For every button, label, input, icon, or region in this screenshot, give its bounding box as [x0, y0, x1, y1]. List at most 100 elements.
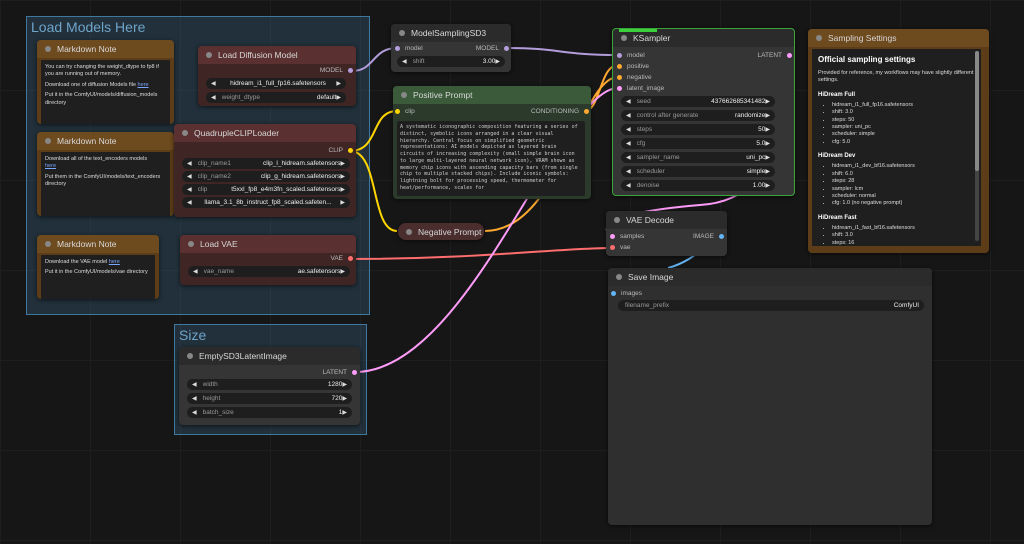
output-vae[interactable]: VAE — [330, 255, 353, 262]
node-header[interactable]: QuadrupleCLIPLoader — [174, 124, 356, 142]
node-header[interactable]: Sampling Settings — [808, 29, 989, 47]
unet-name-combo[interactable]: ◀ hidream_i1_full_fp16.safetensors ▶ — [206, 78, 346, 89]
left-arrow-icon[interactable]: ◀ — [626, 126, 631, 133]
right-arrow-icon[interactable]: ▶ — [340, 268, 345, 275]
note-body[interactable]: Official sampling settings Provided for … — [812, 49, 981, 246]
node-header[interactable]: Markdown Note — [37, 132, 174, 150]
negative-prompt-node[interactable]: Negative Prompt — [398, 223, 484, 240]
right-arrow-icon[interactable]: ▶ — [765, 98, 770, 105]
clip-name1-combo[interactable]: ◀ clip_name1 clip_l_hidream.safetensors … — [182, 158, 350, 169]
right-arrow-icon[interactable]: ▶ — [765, 140, 770, 147]
clip-name3-combo[interactable]: ◀ clip t5xxl_fp8_e4m3fn_scaled.safetenso… — [182, 184, 350, 195]
markdown-note-diffusion[interactable]: Markdown Note You can try changing the w… — [37, 40, 174, 124]
collapse-dot-icon[interactable] — [182, 130, 188, 136]
slot-dot-icon[interactable] — [348, 256, 353, 261]
node-header[interactable]: Positive Prompt — [393, 86, 591, 104]
left-arrow-icon[interactable]: ◀ — [211, 94, 216, 101]
node-header[interactable]: Negative Prompt — [398, 223, 484, 240]
output-conditioning[interactable]: CONDITIONING — [531, 108, 589, 115]
save-image-node[interactable]: Save Image images filename_prefix ComfyU… — [608, 268, 932, 525]
output-model[interactable]: MODEL — [320, 67, 353, 74]
right-arrow-icon[interactable]: ▶ — [336, 94, 341, 101]
input-samples[interactable]: samples — [610, 233, 644, 240]
right-arrow-icon[interactable]: ▶ — [765, 182, 770, 189]
collapse-dot-icon[interactable] — [616, 274, 622, 280]
empty-sd3-latent-image-node[interactable]: EmptySD3LatentImage LATENT ◀ width 1280 … — [179, 347, 360, 425]
denoise-number[interactable]: ◀ denoise 1.00 ▶ — [621, 180, 775, 191]
vae-decode-node[interactable]: VAE Decode samples vae IMAGE — [606, 211, 727, 256]
slot-dot-icon[interactable] — [348, 68, 353, 73]
positive-prompt-node[interactable]: Positive Prompt clip CONDITIONING A syst… — [393, 86, 591, 199]
input-vae[interactable]: vae — [610, 244, 630, 251]
left-arrow-icon[interactable]: ◀ — [626, 140, 631, 147]
left-arrow-icon[interactable]: ◀ — [626, 98, 631, 105]
slot-dot-icon[interactable] — [611, 291, 616, 296]
left-arrow-icon[interactable]: ◀ — [626, 154, 631, 161]
slot-dot-icon[interactable] — [719, 234, 724, 239]
right-arrow-icon[interactable]: ▶ — [340, 173, 345, 180]
input-clip[interactable]: clip — [395, 108, 415, 115]
left-arrow-icon[interactable]: ◀ — [187, 173, 192, 180]
filename-prefix-text[interactable]: filename_prefix ComfyUI — [618, 300, 924, 311]
right-arrow-icon[interactable]: ▶ — [340, 199, 345, 206]
load-vae-node[interactable]: Load VAE VAE ◀ vae_name ae.safetensors ▶ — [180, 235, 356, 285]
node-header[interactable]: ModelSamplingSD3 — [391, 24, 511, 42]
left-arrow-icon[interactable]: ◀ — [192, 395, 197, 402]
shift-number[interactable]: ◀ shift 3.00 ▶ — [397, 56, 505, 67]
batch-size-number[interactable]: ◀ batch_size 1 ▶ — [187, 407, 352, 418]
slot-dot-icon[interactable] — [617, 64, 622, 69]
slot-dot-icon[interactable] — [610, 245, 615, 250]
steps-number[interactable]: ◀ steps 50 ▶ — [621, 124, 775, 135]
collapse-dot-icon[interactable] — [401, 92, 407, 98]
slot-dot-icon[interactable] — [617, 53, 622, 58]
node-header[interactable]: Load VAE — [180, 235, 356, 253]
output-latent[interactable]: LATENT — [323, 369, 357, 376]
weight-dtype-combo[interactable]: ◀ weight_dtype default ▶ — [206, 92, 346, 103]
output-image[interactable]: IMAGE — [693, 233, 724, 240]
left-arrow-icon[interactable]: ◀ — [211, 80, 216, 87]
prompt-textarea[interactable]: A systematic iconographic composition fe… — [397, 121, 585, 196]
control-after-generate-combo[interactable]: ◀ control after generate randomize ▶ — [621, 110, 775, 121]
output-latent[interactable]: LATENT — [758, 52, 792, 59]
right-arrow-icon[interactable]: ▶ — [342, 409, 347, 416]
input-model[interactable]: model — [617, 52, 645, 59]
input-latent-image[interactable]: latent_image — [617, 85, 664, 92]
slot-dot-icon[interactable] — [395, 109, 400, 114]
sampling-settings-note[interactable]: Sampling Settings Official sampling sett… — [808, 29, 989, 253]
load-diffusion-model-node[interactable]: Load Diffusion Model MODEL ◀ hidream_i1_… — [198, 46, 356, 106]
model-sampling-sd3-node[interactable]: ModelSamplingSD3 model MODEL ◀ shift 3.0… — [391, 24, 511, 72]
left-arrow-icon[interactable]: ◀ — [193, 268, 198, 275]
node-header[interactable]: Save Image — [608, 268, 932, 286]
left-arrow-icon[interactable]: ◀ — [402, 58, 407, 65]
collapse-dot-icon[interactable] — [188, 241, 194, 247]
note-link[interactable]: here — [138, 82, 149, 88]
node-header[interactable]: Markdown Note — [37, 40, 174, 58]
output-clip[interactable]: CLIP — [329, 147, 353, 154]
slot-dot-icon[interactable] — [617, 86, 622, 91]
right-arrow-icon[interactable]: ▶ — [495, 58, 500, 65]
collapse-dot-icon[interactable] — [45, 46, 51, 52]
input-positive[interactable]: positive — [617, 63, 649, 70]
quadruple-clip-loader-node[interactable]: QuadrupleCLIPLoader CLIP ◀ clip_name1 cl… — [174, 124, 356, 217]
output-model[interactable]: MODEL — [476, 45, 509, 52]
height-number[interactable]: ◀ height 720 ▶ — [187, 393, 352, 404]
note-link[interactable]: here — [45, 163, 56, 169]
seed-number[interactable]: ◀ seed 437662685341482 ▶ — [621, 96, 775, 107]
collapse-dot-icon[interactable] — [45, 241, 51, 247]
collapse-dot-icon[interactable] — [206, 52, 212, 58]
input-model[interactable]: model — [395, 45, 423, 52]
scheduler-combo[interactable]: ◀ scheduler simple ▶ — [621, 166, 775, 177]
markdown-note-vae[interactable]: Markdown Note Download the VAE model her… — [37, 235, 159, 299]
slot-dot-icon[interactable] — [395, 46, 400, 51]
slot-dot-icon[interactable] — [348, 148, 353, 153]
node-header[interactable]: Load Diffusion Model — [198, 46, 356, 64]
node-header[interactable]: EmptySD3LatentImage — [179, 347, 360, 365]
left-arrow-icon[interactable]: ◀ — [192, 409, 197, 416]
clip-name2-combo[interactable]: ◀ clip_name2 clip_g_hidream.safetensors … — [182, 171, 350, 182]
left-arrow-icon[interactable]: ◀ — [626, 182, 631, 189]
slot-dot-icon[interactable] — [610, 234, 615, 239]
left-arrow-icon[interactable]: ◀ — [187, 160, 192, 167]
note-body[interactable]: You can try changing the weight_dtype to… — [41, 60, 170, 124]
left-arrow-icon[interactable]: ◀ — [192, 381, 197, 388]
slot-dot-icon[interactable] — [584, 109, 589, 114]
